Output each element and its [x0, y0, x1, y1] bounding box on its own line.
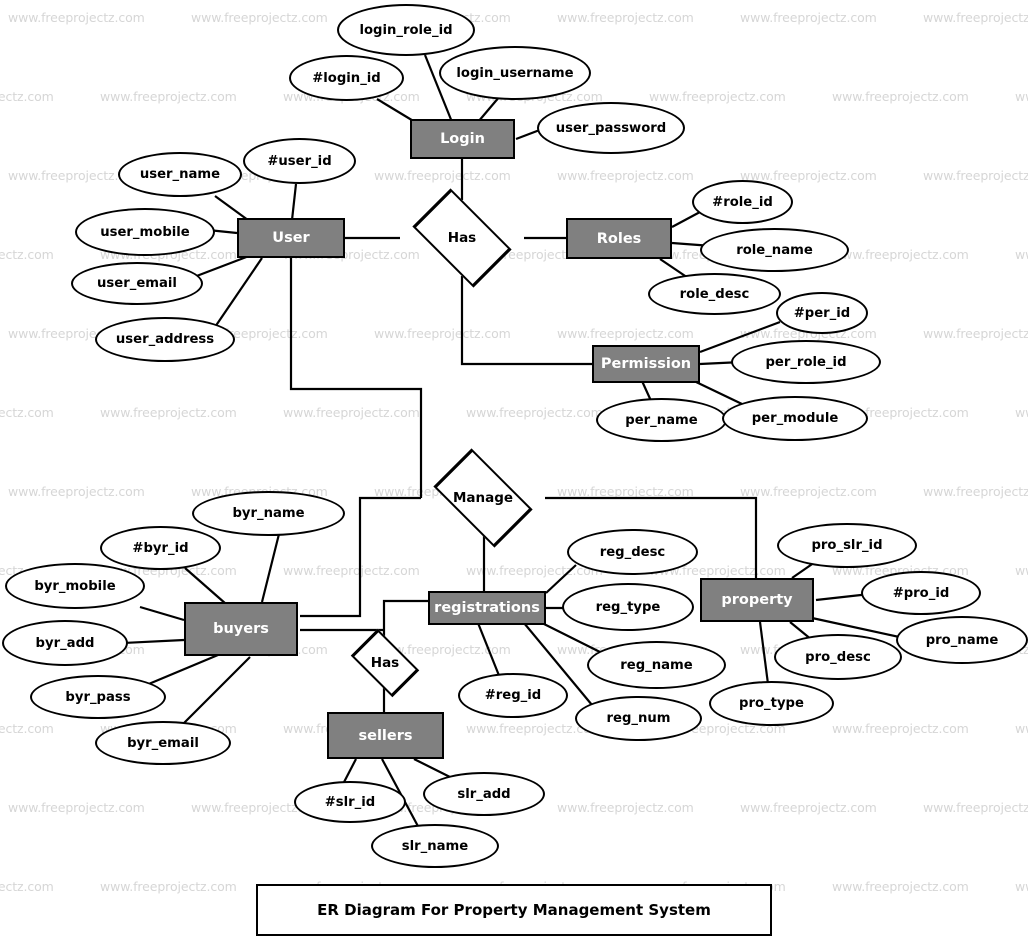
- attribute-label: #slr_id: [324, 794, 376, 810]
- attribute-byr_mobile[interactable]: byr_mobile: [5, 563, 145, 609]
- attribute-byr_name[interactable]: byr_name: [192, 491, 345, 536]
- entity-label: Login: [440, 131, 485, 147]
- relationship-has-registrations-sellers[interactable]: Has: [340, 628, 430, 698]
- attribute-label: #login_id: [312, 70, 381, 86]
- attribute-label: slr_name: [401, 838, 469, 854]
- entity-label: registrations: [434, 600, 540, 616]
- attribute-per_role_id[interactable]: per_role_id: [731, 340, 881, 384]
- attribute-label: reg_name: [620, 657, 693, 673]
- attribute-label: #byr_id: [132, 540, 189, 556]
- entity-buyers[interactable]: buyers: [184, 602, 298, 656]
- entity-registrations[interactable]: registrations: [428, 591, 546, 625]
- attribute-label: #per_id: [793, 305, 851, 321]
- attribute-label: byr_name: [232, 506, 305, 521]
- relationship-label: Has: [370, 655, 400, 671]
- attribute-pro_desc[interactable]: pro_desc: [774, 634, 902, 680]
- attribute-reg_desc[interactable]: reg_desc: [567, 529, 698, 575]
- attribute-pro_slr_id[interactable]: pro_slr_id: [777, 523, 917, 568]
- attribute-label: per_name: [625, 412, 698, 428]
- entity-label: sellers: [358, 727, 413, 744]
- attribute-label: byr_mobile: [34, 578, 116, 594]
- attribute-per_name[interactable]: per_name: [596, 398, 727, 442]
- entity-label: User: [272, 230, 310, 246]
- diagram-caption: ER Diagram For Property Management Syste…: [256, 884, 772, 936]
- attribute-label: byr_pass: [65, 689, 131, 705]
- attribute-label: #pro_id: [892, 585, 950, 601]
- attribute-byr_id[interactable]: #byr_id: [100, 526, 221, 570]
- attribute-label: role_name: [736, 242, 813, 258]
- attribute-byr_pass[interactable]: byr_pass: [30, 675, 166, 719]
- attribute-user_id[interactable]: #user_id: [243, 138, 356, 184]
- entity-login[interactable]: Login: [410, 119, 515, 159]
- attribute-role_name[interactable]: role_name: [700, 228, 849, 272]
- caption-text: ER Diagram For Property Management Syste…: [317, 901, 711, 919]
- attribute-pro_id[interactable]: #pro_id: [861, 571, 981, 615]
- attribute-label: role_desc: [679, 286, 750, 302]
- attribute-label: #user_id: [267, 153, 332, 169]
- attribute-user_password[interactable]: user_password: [537, 102, 685, 154]
- attribute-reg_id[interactable]: #reg_id: [458, 673, 568, 718]
- attribute-role_id[interactable]: #role_id: [692, 180, 793, 224]
- entity-permission[interactable]: Permission: [592, 345, 700, 383]
- attribute-label: per_role_id: [765, 354, 847, 370]
- attribute-user_mobile[interactable]: user_mobile: [75, 208, 215, 256]
- attribute-label: user_address: [115, 332, 215, 347]
- attribute-pro_name[interactable]: pro_name: [896, 616, 1028, 664]
- attribute-login_role_id[interactable]: login_role_id: [337, 4, 475, 56]
- attribute-label: reg_num: [606, 711, 671, 726]
- entity-property[interactable]: property: [700, 578, 814, 622]
- attribute-login_id[interactable]: #login_id: [289, 55, 404, 101]
- entity-roles[interactable]: Roles: [566, 218, 672, 259]
- relationship-manage[interactable]: Manage: [421, 448, 545, 548]
- attribute-label: slr_add: [457, 786, 511, 802]
- attribute-label: reg_desc: [599, 544, 666, 560]
- attribute-reg_num[interactable]: reg_num: [575, 696, 702, 741]
- attribute-reg_name[interactable]: reg_name: [587, 641, 726, 689]
- attribute-label: user_password: [555, 120, 667, 136]
- entity-user[interactable]: User: [237, 218, 345, 258]
- attribute-label: login_role_id: [359, 22, 453, 38]
- attribute-label: login_username: [456, 65, 574, 81]
- attribute-user_address[interactable]: user_address: [95, 317, 235, 362]
- attribute-user_name[interactable]: user_name: [118, 152, 242, 197]
- attribute-label: pro_desc: [805, 649, 871, 665]
- attribute-label: user_email: [97, 276, 177, 291]
- entity-label: property: [721, 592, 793, 608]
- attribute-label: user_mobile: [100, 224, 190, 240]
- attribute-per_module[interactable]: per_module: [722, 396, 868, 441]
- attribute-slr_id[interactable]: #slr_id: [294, 781, 406, 823]
- attribute-slr_add[interactable]: slr_add: [423, 772, 545, 816]
- attribute-byr_email[interactable]: byr_email: [95, 721, 231, 765]
- attribute-label: #reg_id: [484, 688, 542, 703]
- attribute-label: pro_name: [925, 632, 999, 648]
- attribute-label: byr_add: [35, 635, 95, 651]
- attribute-login_username[interactable]: login_username: [439, 46, 591, 100]
- attribute-label: #role_id: [712, 194, 773, 210]
- attribute-label: per_module: [751, 411, 839, 426]
- entity-sellers[interactable]: sellers: [327, 712, 444, 759]
- attribute-pro_type[interactable]: pro_type: [709, 681, 834, 726]
- attribute-role_desc[interactable]: role_desc: [648, 273, 781, 315]
- attribute-byr_add[interactable]: byr_add: [2, 620, 128, 666]
- entity-label: Roles: [596, 230, 642, 247]
- er-diagram-canvas: www.freeprojectz.com www.freeprojectz.com…: [0, 0, 1028, 941]
- attribute-reg_type[interactable]: reg_type: [562, 583, 694, 631]
- relationship-label: Has: [447, 230, 477, 246]
- attribute-slr_name[interactable]: slr_name: [371, 824, 499, 868]
- attribute-label: pro_type: [739, 696, 804, 711]
- attribute-per_id[interactable]: #per_id: [776, 292, 868, 334]
- attribute-label: user_name: [139, 167, 221, 182]
- attribute-label: byr_email: [127, 735, 199, 751]
- entity-label: buyers: [213, 621, 269, 637]
- attribute-label: pro_slr_id: [811, 538, 883, 553]
- relationship-label: Manage: [452, 490, 514, 506]
- entity-label: Permission: [600, 356, 692, 372]
- attribute-label: reg_type: [595, 599, 661, 615]
- attribute-user_email[interactable]: user_email: [71, 262, 203, 305]
- relationship-has-user-roles[interactable]: Has: [400, 188, 524, 288]
